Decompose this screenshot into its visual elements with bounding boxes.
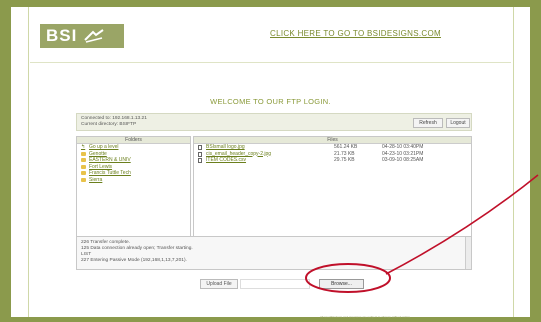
folder-label: Francis Tuttle Tech — [89, 170, 131, 177]
upload-file-button[interactable]: Upload File — [200, 279, 238, 289]
frame-border-right — [530, 0, 541, 322]
upload-file-input[interactable] — [240, 279, 310, 289]
file-size: 21.73 KB — [334, 150, 355, 157]
connection-status-bar: Connected to: 192.168.1.13.21 Current di… — [76, 113, 472, 131]
log-scrollbar[interactable] — [465, 237, 471, 269]
bsi-logo[interactable]: BSI — [40, 24, 124, 48]
file-size: 29.75 KB — [334, 157, 355, 163]
folder-label: Sierra — [89, 176, 103, 183]
files-header: Files — [194, 137, 471, 144]
header-divider — [30, 62, 511, 63]
folders-header: Folders — [77, 137, 190, 144]
file-date: 04-23-10 03:21PM — [382, 150, 424, 157]
file-icon — [198, 151, 202, 157]
current-directory-text: Current directory: BSIFTP — [81, 122, 137, 127]
frame-border-bottom — [0, 317, 541, 322]
ftp-panel: Connected to: 192.168.1.13.21 Current di… — [76, 113, 472, 301]
logo-text: BSI — [46, 26, 78, 45]
upload-row: Upload File Browse... — [76, 276, 472, 292]
folder-icon — [81, 151, 86, 156]
folder-label: Go up a level — [89, 144, 119, 151]
file-icon — [198, 158, 202, 163]
logo-swoosh-icon — [84, 29, 104, 43]
folders-pane: Folders ↰ Go up a level Genotte EASTERN … — [76, 136, 191, 246]
folder-label: EASTERN & UNIV — [89, 157, 131, 164]
files-pane: Files BSIsmall logo.jpg 561.24 KB 04-28-… — [193, 136, 472, 246]
file-date: 03-09-10 08:25AM — [382, 157, 424, 163]
ftp-log[interactable]: 226 Transfer complete. 125 Data connecti… — [76, 236, 472, 270]
frame-border-left — [0, 0, 11, 322]
file-icon — [198, 145, 202, 150]
file-date: 04-28-10 03:40PM — [382, 144, 424, 150]
footer-disclaimer: All specifications and programs are subj… — [320, 315, 412, 319]
file-name[interactable]: cis_email_header_copy-2.jpg — [206, 151, 271, 157]
folder-icon — [81, 177, 86, 182]
frame-border-top — [0, 0, 541, 7]
bsidesigns-link[interactable]: CLICK HERE TO GO TO BSIDESIGNS.COM — [270, 29, 441, 38]
folder-icon — [81, 164, 86, 169]
ftp-page: BSI CLICK HERE TO GO TO BSIDESIGNS.COM W… — [0, 0, 541, 322]
folder-item[interactable]: Sierra — [77, 177, 190, 184]
folder-label: Genotte — [89, 150, 107, 157]
up-arrow-icon: ↰ — [81, 144, 86, 151]
browse-button[interactable]: Browse... — [319, 279, 364, 289]
folder-icon — [81, 158, 86, 163]
file-name[interactable]: BSIsmall logo.jpg — [206, 144, 245, 150]
log-line: 227 Entering Passive Mode (192,168,1,13,… — [81, 258, 187, 263]
file-row[interactable]: ITEM CODES.csv 29.75 KB 03-09-10 08:25AM — [194, 157, 471, 164]
welcome-title: WELCOME TO OUR FTP LOGIN. — [210, 97, 331, 106]
connected-text: Connected to: 192.168.1.13.21 — [81, 116, 147, 121]
file-name[interactable]: ITEM CODES.csv — [206, 157, 246, 163]
refresh-button[interactable]: Refresh — [413, 118, 443, 128]
folder-icon — [81, 171, 86, 176]
folder-label: Fort Lewis — [89, 163, 113, 170]
logout-button[interactable]: Logout — [446, 118, 470, 128]
file-size: 561.24 KB — [334, 144, 358, 150]
